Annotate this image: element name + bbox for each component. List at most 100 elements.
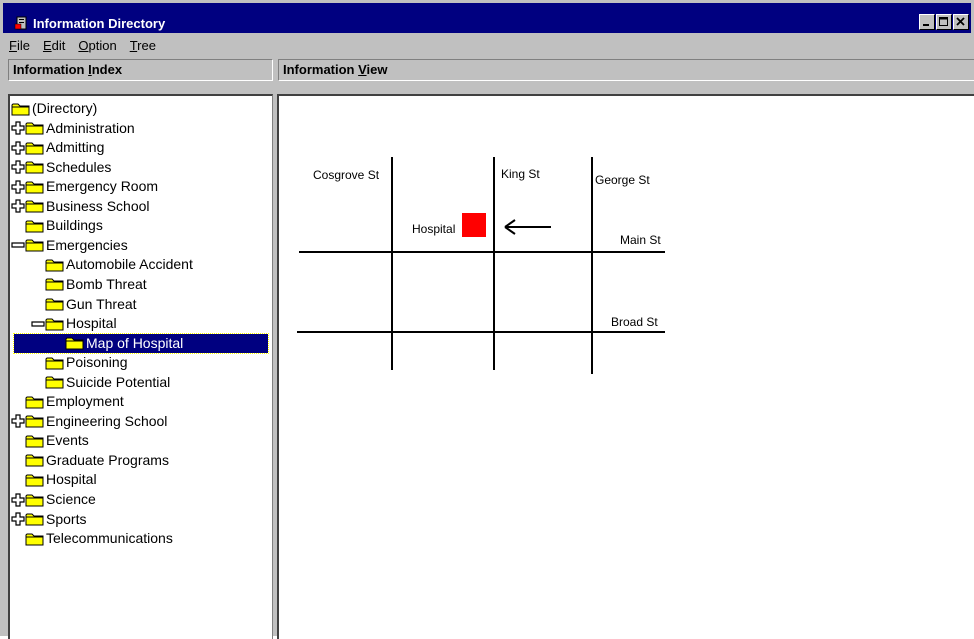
menu-bar: File Edit Option Tree [3,34,971,56]
tree-item-label: Science [46,491,96,507]
tree-item-label: Events [46,432,89,449]
tree-item[interactable]: Admitting [11,138,105,157]
main-street-label: Main St [620,233,661,247]
tree-item-label: Employment [46,393,124,410]
collapse-minus-icon[interactable] [31,317,45,331]
folder-icon [25,453,45,467]
expand-plus-icon[interactable] [11,512,25,526]
folder-icon [25,473,45,487]
arrow-left-icon [504,219,551,235]
tree-item-label: Engineering School [46,412,168,429]
information-view-pane: Cosgrove St King St George St Main St Br… [277,94,974,639]
menu-tree[interactable]: Tree [128,37,158,54]
tree-item[interactable]: (Directory) [11,99,98,118]
expand-plus-icon[interactable] [11,199,25,213]
folder-icon [65,336,85,350]
tree-item[interactable]: Suicide Potential [31,373,171,392]
expand-plus-icon[interactable] [11,160,25,174]
expand-plus-icon[interactable] [11,180,25,194]
app-window: Information Directory File Edit Option T… [0,0,974,639]
information-index-tree[interactable]: (Directory) Administration Admitting Schedu… [8,94,273,639]
information-view-header: Information View [278,59,974,81]
tree-item-selected[interactable]: Map of Hospital [13,332,269,354]
folder-icon [25,493,45,507]
folder-icon [25,160,45,174]
tree-item-label: Graduate Programs [46,451,169,468]
folder-icon [25,434,45,448]
king-street-label: King St [501,167,540,181]
folder-icon [45,317,65,331]
hospital-marker[interactable] [462,213,486,237]
tree-item[interactable]: Events [11,431,90,450]
tree-item-label: Hospital [46,471,97,488]
minimize-button[interactable] [919,14,935,30]
folder-icon [25,199,45,213]
folder-icon [11,102,31,116]
menu-file[interactable]: File [7,37,32,54]
folder-icon [45,297,65,311]
tree-item-label: Poisoning [66,354,128,371]
close-icon [956,17,965,26]
folder-icon [25,414,45,428]
folder-icon [25,532,45,546]
tree-item[interactable]: Buildings [11,216,104,235]
expand-plus-icon[interactable] [11,121,25,135]
tree-item-label: Administration [46,119,135,136]
tree-item[interactable]: Science [11,490,97,509]
information-index-header: Information Index [8,59,273,81]
tree-item[interactable]: Sports [11,510,87,529]
expand-plus-icon[interactable] [11,414,25,428]
tree-item[interactable]: Hospital [31,314,118,333]
title-bar[interactable]: Information Directory [3,3,971,33]
tree-item[interactable]: Schedules [11,158,112,177]
folder-icon [25,180,45,194]
folder-icon [25,121,45,135]
window-title: Information Directory [33,16,166,31]
tree-item[interactable]: Business School [11,197,151,216]
window-controls [918,14,969,32]
close-button[interactable] [953,14,969,30]
tree-item-label: Gun Threat [66,295,137,312]
tree-item-label: Emergencies [46,236,128,253]
directory-app-icon [14,16,27,30]
tree-item[interactable]: Graduate Programs [11,451,170,470]
menu-option[interactable]: Option [76,37,118,54]
tree-item[interactable]: Bomb Threat [31,275,148,294]
expand-plus-icon[interactable] [11,492,25,507]
hospital-map-label: Hospital [412,222,455,236]
folder-icon [25,238,45,252]
maximize-icon [939,17,948,26]
tree-item[interactable]: Engineering School [11,412,168,431]
tree-item[interactable]: Administration [11,119,136,138]
tree-item[interactable]: Gun Threat [31,295,138,314]
tree-item-label: Buildings [46,217,103,234]
tree-item-label: Map of Hospital [86,334,184,351]
tree-item[interactable]: Telecommunications [11,529,174,548]
tree-item[interactable]: Automobile Accident [31,255,194,274]
tree-item[interactable]: Poisoning [31,353,129,372]
tree-item-label: Business School [46,197,150,214]
tree-item-label: Hospital [66,315,117,332]
tree-item[interactable]: Emergencies [11,236,129,255]
expand-plus-icon[interactable] [11,140,25,155]
folder-icon [25,141,45,155]
tree-item[interactable]: Hospital [11,470,98,489]
maximize-button[interactable] [936,14,952,30]
collapse-minus-icon[interactable] [11,238,25,252]
tree-item-label: (Directory) [32,100,98,116]
tree-item[interactable]: Emergency Room [11,177,159,196]
tree-item-label: Automobile Accident [66,256,193,273]
menu-edit[interactable]: Edit [41,37,67,54]
folder-icon [45,375,65,389]
tree-item[interactable]: Employment [11,392,125,411]
